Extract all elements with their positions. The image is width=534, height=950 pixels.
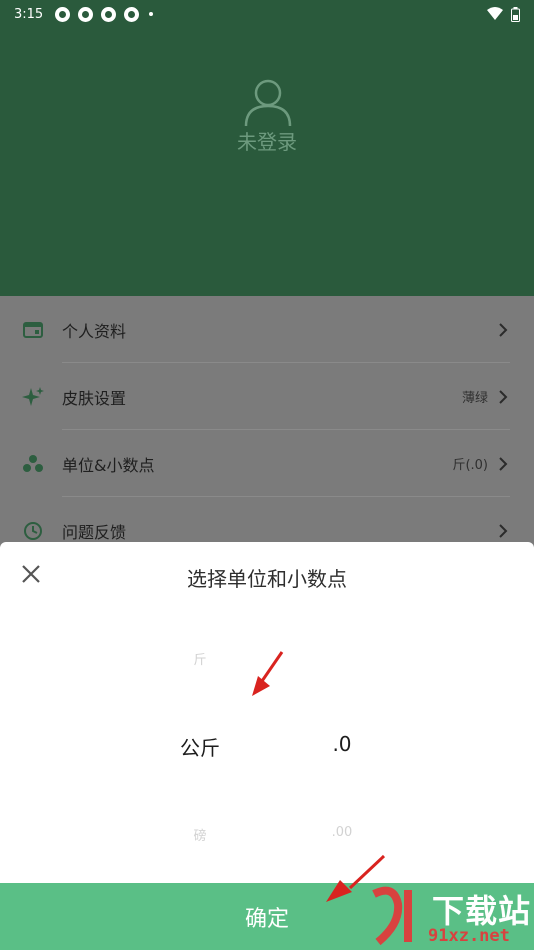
- status-bar: 3:15: [0, 0, 534, 28]
- dots-cluster-icon: [22, 453, 44, 475]
- status-time: 3:15: [14, 6, 44, 22]
- settings-item-label: 问题反馈: [62, 522, 127, 542]
- sheet-title: 选择单位和小数点: [187, 567, 347, 591]
- chevron-right-icon: [499, 456, 508, 471]
- watermark-logo-icon: [372, 886, 412, 946]
- wifi-icon: [487, 7, 503, 20]
- settings-item-value: 斤(.0): [452, 458, 488, 473]
- watermark: 下载站 91xz.net: [362, 882, 534, 950]
- settings-list: 个人资料 皮肤设置 薄绿 单位&小数点 斤(.0) 问题反馈: [0, 296, 534, 556]
- chevron-right-icon: [499, 523, 508, 538]
- unit-option[interactable]: 磅: [150, 825, 250, 844]
- settings-item-label: 皮肤设置: [62, 388, 127, 408]
- battery-icon: [511, 6, 520, 22]
- notification-icon: [78, 6, 94, 22]
- sparkle-icon: [22, 386, 44, 408]
- settings-item-unit[interactable]: 单位&小数点 斤(.0): [0, 430, 534, 497]
- more-notifications-icon: [149, 12, 154, 16]
- notification-icon: [124, 6, 140, 22]
- unit-option[interactable]: 斤: [150, 649, 250, 668]
- profile-header: 未登录: [0, 28, 534, 296]
- chevron-right-icon: [499, 322, 508, 337]
- decimal-option-selected[interactable]: .0: [292, 732, 392, 756]
- settings-item-label: 单位&小数点: [62, 455, 155, 475]
- settings-item-label: 个人资料: [62, 321, 127, 341]
- notification-icon: [55, 6, 71, 22]
- notification-icon: [101, 6, 117, 22]
- id-card-icon: [22, 319, 44, 341]
- watermark-url: 91xz.net: [428, 926, 510, 946]
- unit-option-selected[interactable]: 公斤: [150, 732, 250, 761]
- settings-item-profile[interactable]: 个人资料: [0, 296, 534, 363]
- notification-icons: [55, 6, 140, 22]
- settings-item-skin[interactable]: 皮肤设置 薄绿: [0, 363, 534, 430]
- settings-item-value: 薄绿: [461, 391, 488, 406]
- decimal-option[interactable]: .00: [292, 825, 392, 840]
- login-status-label[interactable]: 未登录: [0, 126, 534, 155]
- chevron-right-icon: [499, 389, 508, 404]
- user-avatar-icon[interactable]: [242, 76, 294, 128]
- feedback-icon: [22, 520, 44, 542]
